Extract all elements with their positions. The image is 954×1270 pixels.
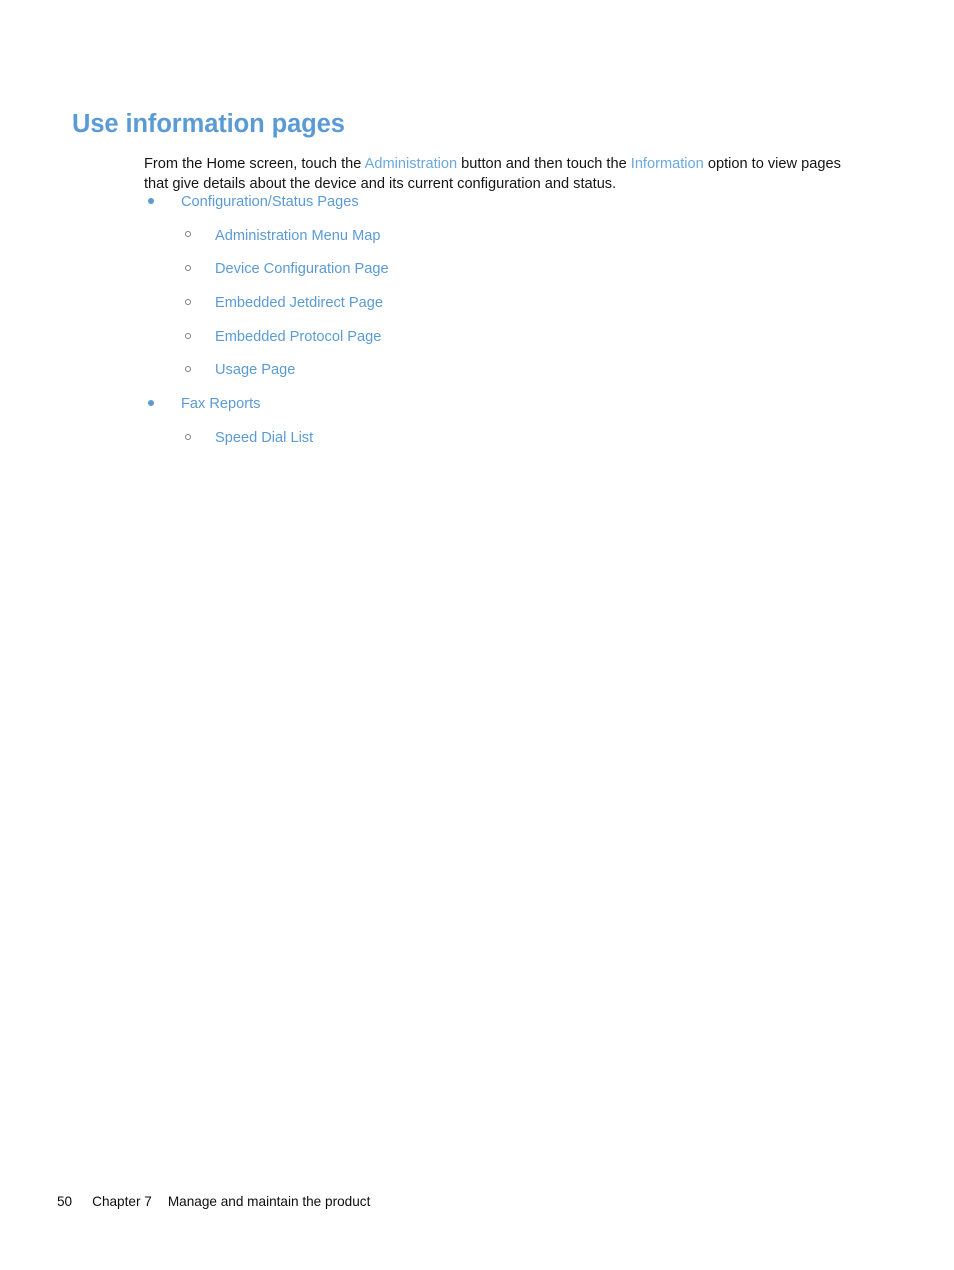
list-item-label-fax-reports[interactable]: Fax Reports [181, 394, 260, 414]
circle-bullet-icon [185, 231, 191, 237]
list-item-label-speed-dial-list[interactable]: Speed Dial List [215, 428, 313, 448]
list-item-label-device-configuration-page[interactable]: Device Configuration Page [215, 259, 389, 279]
circle-bullet-icon [185, 265, 191, 271]
circle-bullet-icon [185, 366, 191, 372]
intro-text-part-2: button and then touch the [457, 155, 631, 172]
list-item-label-embedded-protocol-page[interactable]: Embedded Protocol Page [215, 327, 381, 347]
circle-bullet-icon [185, 333, 191, 339]
page-footer: 50 Chapter 7 Manage and maintain the produ… [57, 1193, 370, 1211]
circle-bullet-icon [185, 434, 191, 440]
list-item-label-administration-menu-map[interactable]: Administration Menu Map [215, 226, 380, 246]
document-page: Use information pages From the Home scre… [0, 0, 954, 1270]
intro-paragraph: From the Home screen, touch the Administ… [144, 154, 868, 195]
information-link[interactable]: Information [631, 156, 704, 172]
list-item-label-embedded-jetdirect-page[interactable]: Embedded Jetdirect Page [215, 293, 383, 313]
page-title: Use information pages [72, 110, 345, 139]
circle-bullet-icon [185, 299, 191, 305]
disc-bullet-icon [148, 198, 154, 204]
administration-link[interactable]: Administration [365, 156, 457, 172]
footer-chapter-title: Manage and maintain the product [167, 1194, 371, 1209]
footer-page-number: 50 [57, 1194, 73, 1209]
footer-chapter-label: Chapter 7 [92, 1194, 152, 1209]
disc-bullet-icon [148, 400, 154, 406]
list-item-label-usage-page[interactable]: Usage Page [215, 360, 295, 380]
intro-text-part-1: From the Home screen, touch the [144, 155, 365, 172]
list-item-label-configuration-status-pages[interactable]: Configuration/Status Pages [181, 192, 359, 212]
